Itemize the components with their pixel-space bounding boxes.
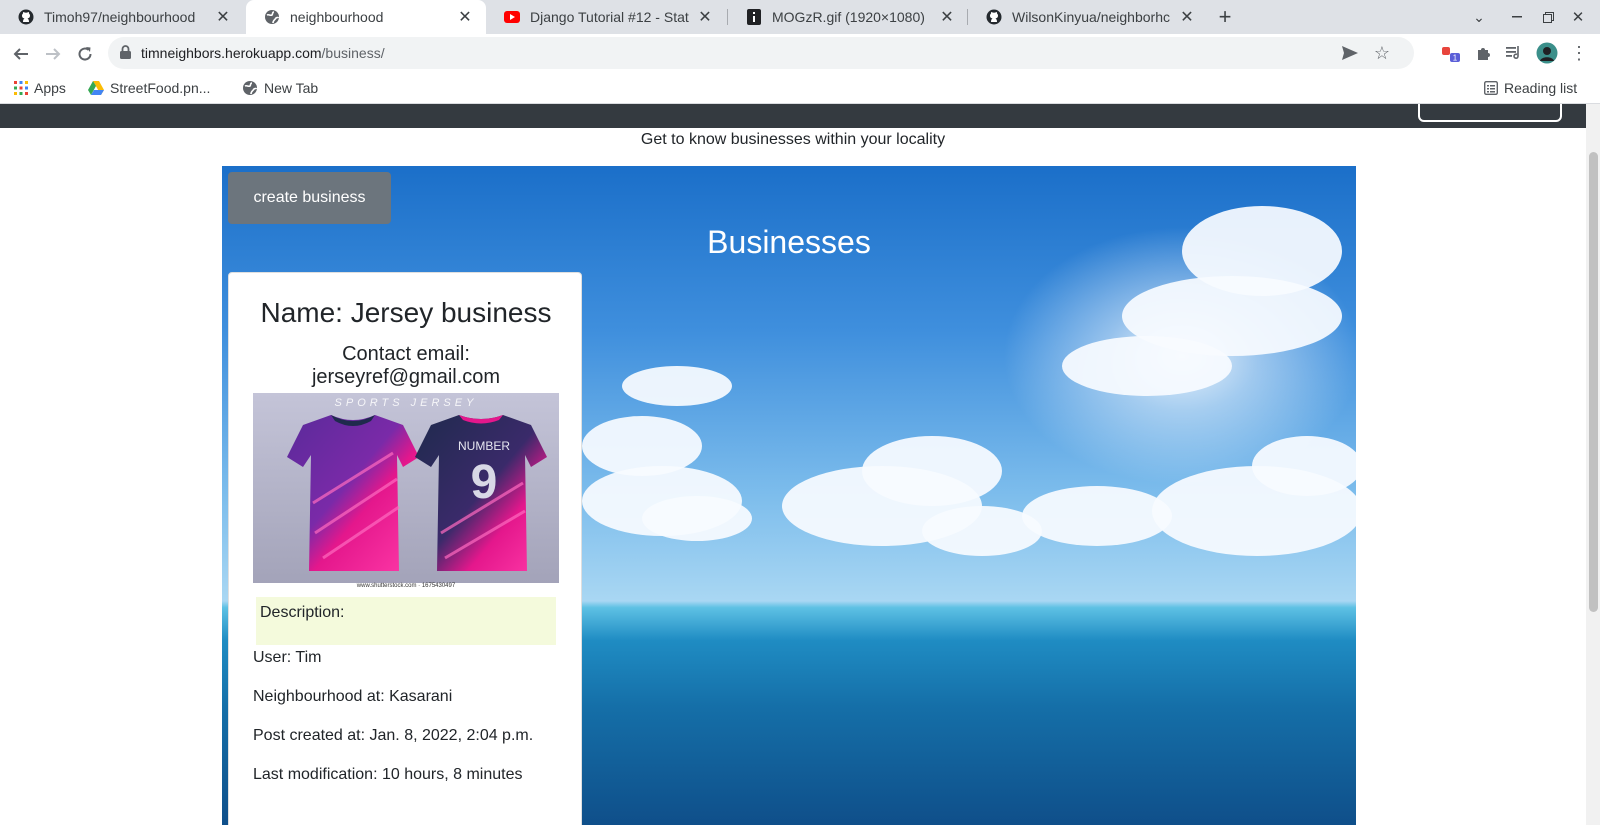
image-jersey-number: 9 bbox=[470, 456, 498, 509]
back-arrow-icon[interactable] bbox=[8, 41, 34, 67]
profile-avatar[interactable] bbox=[1536, 42, 1558, 64]
business-created-at: Post created at: Jan. 8, 2022, 2:04 p.m. bbox=[253, 727, 534, 744]
send-tab-icon[interactable] bbox=[1340, 43, 1360, 63]
lock-icon[interactable] bbox=[120, 45, 131, 64]
business-image: SPORTS JERSEY NUMBER 9 www.shutterstock.… bbox=[253, 393, 559, 589]
forward-arrow-icon[interactable] bbox=[40, 41, 66, 67]
new-tab-button[interactable]: + bbox=[1213, 4, 1237, 29]
extensions-puzzle-icon[interactable] bbox=[1473, 42, 1495, 64]
tab-github-neighbourhood[interactable]: Timoh97/neighbourhood ✕ bbox=[0, 0, 244, 34]
google-drive-icon bbox=[88, 81, 104, 95]
url-text: timneighbors.herokuapp.com/business/ bbox=[141, 45, 385, 61]
svg-text:1: 1 bbox=[1453, 54, 1458, 63]
close-tab-icon[interactable]: ✕ bbox=[938, 7, 956, 27]
bookmark-new-tab[interactable]: New Tab bbox=[242, 78, 318, 98]
reading-list-icon bbox=[1484, 81, 1498, 95]
github-icon bbox=[18, 9, 34, 25]
tab-title: neighbourhood bbox=[290, 9, 384, 25]
business-neighbourhood: Neighbourhood at: Kasarani bbox=[253, 688, 453, 705]
close-window-icon[interactable]: ✕ bbox=[1566, 5, 1590, 29]
business-modified-at: Last modification: 10 hours, 8 minutes bbox=[253, 766, 523, 783]
contact-email-label: Contact email: bbox=[342, 343, 470, 365]
bookmark-label: Apps bbox=[34, 80, 66, 96]
image-caption: SPORTS JERSEY bbox=[334, 397, 478, 409]
close-tab-icon[interactable]: ✕ bbox=[214, 7, 232, 27]
tab-title: MOGzR.gif (1920×1080) bbox=[772, 9, 925, 25]
bookmark-label: StreetFood.pn... bbox=[110, 80, 211, 96]
apps-grid-icon bbox=[14, 81, 28, 95]
page-tagline: Get to know businesses within your local… bbox=[640, 131, 946, 148]
business-card: Name: Jersey business Contact email: jer… bbox=[228, 272, 582, 825]
description-box: Description: bbox=[256, 597, 556, 645]
close-tab-icon[interactable]: ✕ bbox=[696, 7, 714, 27]
extension-badge-icon[interactable]: 1 bbox=[1440, 42, 1462, 64]
tab-title: Django Tutorial #12 - Stat bbox=[530, 9, 689, 25]
tab-title: WilsonKinyua/neighborhc bbox=[1012, 9, 1170, 25]
business-user: User: Tim bbox=[253, 649, 322, 666]
reading-list-label: Reading list bbox=[1504, 80, 1578, 96]
create-business-button[interactable]: create business bbox=[228, 172, 391, 224]
bookmark-star-icon[interactable]: ☆ bbox=[1372, 43, 1392, 63]
image-footer: www.shutterstock.com · 1675430497 bbox=[356, 583, 456, 589]
tab-django-tutorial[interactable]: Django Tutorial #12 - Stat ✕ bbox=[486, 0, 726, 34]
bookmarks-bar: Apps StreetFood.pn... New Tab Reading li… bbox=[0, 72, 1600, 104]
page-title: Businesses bbox=[707, 224, 871, 260]
page-scrollbar[interactable] bbox=[1586, 104, 1600, 825]
restore-window-icon[interactable] bbox=[1536, 5, 1560, 29]
bookmark-streetfood[interactable]: StreetFood.pn... bbox=[88, 78, 210, 98]
page-viewport: Get to know businesses within your local… bbox=[0, 104, 1586, 825]
minimize-window-icon[interactable] bbox=[1505, 5, 1529, 29]
tab-wilsonkinyua-neighborhood[interactable]: WilsonKinyua/neighborhc ✕ bbox=[968, 0, 1208, 34]
browser-toolbar: timneighbors.herokuapp.com/business/ ☆ 1… bbox=[0, 34, 1600, 72]
bookmark-apps[interactable]: Apps bbox=[14, 78, 66, 98]
address-bar[interactable]: timneighbors.herokuapp.com/business/ ☆ bbox=[108, 37, 1414, 69]
tab-search-chevron-icon[interactable]: ⌄ bbox=[1467, 5, 1491, 29]
reading-list-button[interactable]: Reading list bbox=[1484, 78, 1577, 98]
globe-icon bbox=[242, 80, 258, 96]
image-number-text: NUMBER bbox=[457, 439, 510, 453]
youtube-icon bbox=[504, 9, 520, 25]
browser-menu-icon[interactable]: ⋮ bbox=[1568, 42, 1590, 64]
tab-title: Timoh97/neighbourhood bbox=[44, 9, 196, 25]
reload-icon[interactable] bbox=[72, 41, 98, 67]
business-name: Name: Jersey business bbox=[260, 297, 552, 328]
navbar-outline-button[interactable] bbox=[1418, 104, 1562, 122]
image-file-icon bbox=[746, 9, 762, 25]
hero-background: create business Businesses Name: Jersey … bbox=[222, 166, 1356, 825]
site-navbar bbox=[0, 104, 1586, 128]
bookmark-label: New Tab bbox=[264, 80, 319, 96]
tab-mogzr-gif[interactable]: MOGzR.gif (1920×1080) ✕ bbox=[728, 0, 968, 34]
github-icon bbox=[986, 9, 1002, 25]
media-queue-icon[interactable] bbox=[1503, 42, 1525, 64]
scrollbar-thumb[interactable] bbox=[1589, 152, 1598, 612]
contact-email: jerseyref@gmail.com bbox=[311, 366, 501, 388]
tab-neighbourhood[interactable]: neighbourhood ✕ bbox=[246, 0, 486, 34]
tab-strip: Timoh97/neighbourhood ✕ neighbourhood ✕ … bbox=[0, 0, 1600, 34]
close-tab-icon[interactable]: ✕ bbox=[456, 7, 474, 27]
globe-icon bbox=[264, 9, 280, 25]
close-tab-icon[interactable]: ✕ bbox=[1178, 7, 1196, 27]
